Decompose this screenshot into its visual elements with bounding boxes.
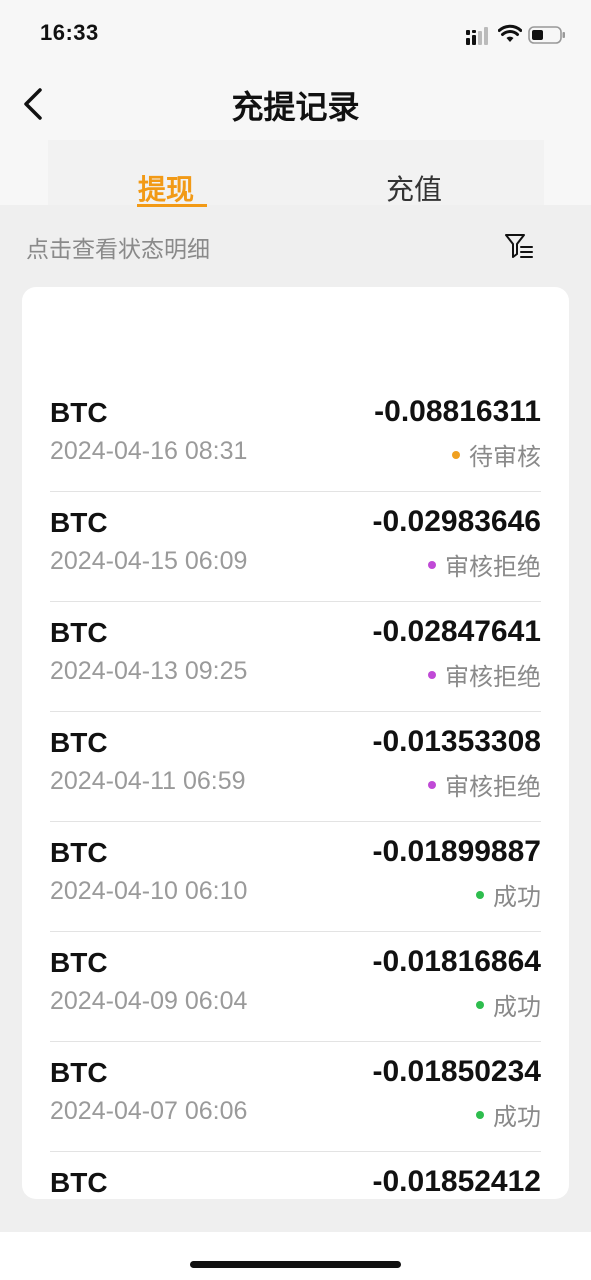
record-status: 待审核 bbox=[452, 437, 541, 472]
record-coin: BTC bbox=[50, 617, 108, 648]
status-time: 16:33 bbox=[40, 20, 99, 45]
record-date: 2024-04-09 06:04 bbox=[50, 987, 248, 1015]
record-date: 2024-04-11 06:59 bbox=[50, 767, 246, 795]
status-dot bbox=[428, 560, 436, 569]
tab-deposit[interactable]: 充值 bbox=[386, 168, 442, 208]
record-status: 成功 bbox=[476, 987, 541, 1022]
record-coin: BTC bbox=[50, 837, 108, 868]
record-amount: -0.02847641 bbox=[372, 615, 542, 648]
record-status-label: 审核拒绝 bbox=[445, 663, 541, 691]
status-dot bbox=[476, 1000, 484, 1009]
record-row[interactable]: BTC 2024-04-13 09:25 -0.02847641 审核拒绝 bbox=[50, 601, 541, 712]
record-row[interactable]: BTC 2024-04-09 06:04 -0.01816864 成功 bbox=[50, 931, 541, 1042]
status-dot bbox=[428, 670, 436, 679]
record-status: 审核拒绝 bbox=[428, 657, 541, 692]
record-status-label: 审核拒绝 bbox=[445, 553, 541, 581]
record-amount: -0.01353308 bbox=[372, 725, 542, 758]
record-status-label: 审核拒绝 bbox=[445, 773, 541, 801]
signal-icon bbox=[466, 27, 488, 45]
record-coin: BTC bbox=[50, 397, 108, 428]
filter-icon[interactable] bbox=[503, 230, 535, 262]
page-title: 充提记录 bbox=[231, 88, 360, 126]
bottom-bar bbox=[0, 1232, 591, 1280]
record-row[interactable]: BTC 2024-04-16 08:31 -0.08816311 待审核 bbox=[50, 381, 541, 492]
record-date: 2024-04-10 06:10 bbox=[50, 877, 248, 905]
record-date: 2024-04-16 08:31 bbox=[50, 437, 248, 465]
records-card: BTC 2024-04-16 08:31 -0.08816311 待审核 BTC 2024… bbox=[22, 287, 569, 1199]
tab-withdraw[interactable]: 提现 bbox=[138, 168, 194, 208]
battery-icon bbox=[528, 26, 565, 44]
record-status: 审核拒绝 bbox=[428, 547, 541, 582]
record-amount: -0.01852412 bbox=[372, 1165, 542, 1198]
record-status: 审核拒绝 bbox=[428, 767, 541, 802]
status-dot bbox=[476, 890, 484, 899]
record-status: 成功 bbox=[476, 877, 541, 912]
tab-active-indicator bbox=[137, 204, 207, 207]
record-row[interactable]: BTC 2024-04-11 06:59 -0.01353308 审核拒绝 bbox=[50, 711, 541, 822]
record-amount: -0.01850234 bbox=[372, 1055, 542, 1088]
record-date: 2024-04-07 06:06 bbox=[50, 1097, 248, 1125]
record-row[interactable]: BTC 2024-04-07 06:06 -0.01850234 成功 bbox=[50, 1041, 541, 1152]
status-bar: 16:33 bbox=[0, 0, 591, 70]
record-status-label: 待审核 bbox=[469, 443, 541, 471]
record-coin: BTC bbox=[50, 507, 108, 538]
record-coin: BTC bbox=[50, 727, 108, 758]
tab-bar: 提现 充值 bbox=[48, 140, 544, 208]
record-amount: -0.01899887 bbox=[372, 835, 542, 868]
record-status-label: 成功 bbox=[493, 993, 541, 1021]
record-row[interactable]: BTC 2024-04-15 06:09 -0.02983646 审核拒绝 bbox=[50, 491, 541, 602]
record-row[interactable]: BTC 2024-04-10 06:10 -0.01899887 成功 bbox=[50, 821, 541, 932]
record-amount: -0.02983646 bbox=[372, 505, 542, 538]
nav-bar: 充提记录 bbox=[0, 70, 591, 138]
record-row[interactable]: BTC -0.01852412 bbox=[50, 1151, 541, 1199]
status-dot bbox=[452, 450, 460, 459]
record-coin: BTC bbox=[50, 1057, 108, 1088]
status-dot bbox=[476, 1110, 484, 1119]
status-dot bbox=[428, 780, 436, 789]
record-date: 2024-04-15 06:09 bbox=[50, 547, 248, 575]
record-amount: -0.01816864 bbox=[372, 945, 542, 978]
record-coin: BTC bbox=[50, 947, 108, 978]
record-status-label: 成功 bbox=[493, 883, 541, 911]
record-coin: BTC bbox=[50, 1167, 108, 1198]
record-amount: -0.08816311 bbox=[374, 395, 541, 428]
record-status: 成功 bbox=[476, 1097, 541, 1132]
header-area: 16:33 充提记录 提现 充值 bbox=[0, 0, 591, 208]
wifi-icon bbox=[498, 24, 522, 42]
record-date: 2024-04-13 09:25 bbox=[50, 657, 248, 685]
record-status-label: 成功 bbox=[493, 1103, 541, 1131]
status-detail-hint[interactable]: 点击查看状态明细 bbox=[26, 230, 210, 264]
home-indicator[interactable] bbox=[190, 1261, 401, 1268]
